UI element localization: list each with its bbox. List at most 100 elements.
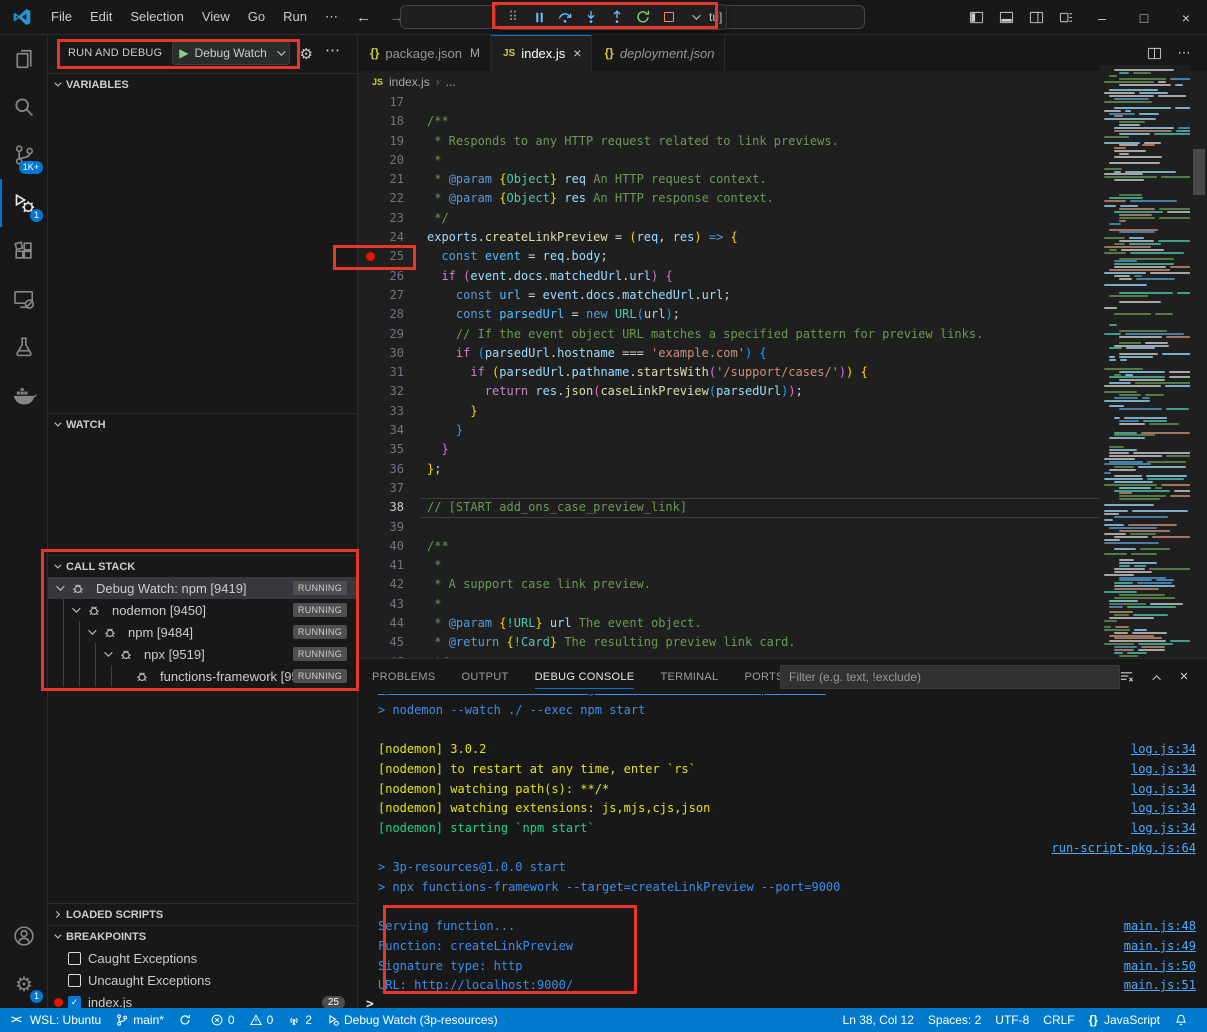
- code-line-25[interactable]: 25 const event = req.body;: [358, 247, 1100, 266]
- activity-item-docker[interactable]: [0, 371, 48, 419]
- step-out-button[interactable]: [604, 6, 630, 28]
- code-line-42[interactable]: 42 * A support case link preview.: [358, 575, 1100, 594]
- minimap[interactable]: [1100, 65, 1190, 658]
- loaded-scripts-section-header[interactable]: LOADED SCRIPTS: [48, 903, 357, 925]
- code-line-40[interactable]: 40/**: [358, 537, 1100, 556]
- code-line-30[interactable]: 30 if (parsedUrl.hostname === 'example.c…: [358, 344, 1100, 363]
- breakpoint-checkbox[interactable]: ✓: [68, 996, 81, 1009]
- gutter-glyph[interactable]: [358, 189, 380, 208]
- line-number[interactable]: 20: [380, 151, 404, 170]
- code-line-19[interactable]: 19 * Responds to any HTTP request relate…: [358, 132, 1100, 151]
- line-number[interactable]: 29: [380, 325, 404, 344]
- breakpoint-checkbox[interactable]: [68, 952, 81, 965]
- scrollbar-thumb[interactable]: [1193, 149, 1205, 195]
- call-stack-row[interactable]: nodemon [9450]RUNNING: [48, 599, 357, 621]
- gutter-glyph[interactable]: [358, 209, 380, 228]
- stop-button[interactable]: [656, 6, 682, 28]
- code-line-34[interactable]: 34 }: [358, 421, 1100, 440]
- code-line-37[interactable]: 37: [358, 479, 1100, 498]
- code-line-28[interactable]: 28 const parsedUrl = new URL(url);: [358, 305, 1100, 324]
- menu-item-view[interactable]: View: [193, 5, 239, 29]
- gutter-glyph[interactable]: [358, 518, 380, 537]
- activity-item-extensions[interactable]: [0, 227, 48, 275]
- line-number[interactable]: 19: [380, 132, 404, 151]
- toggle-sidebar-icon[interactable]: [961, 0, 991, 35]
- gutter-glyph[interactable]: [358, 112, 380, 131]
- line-number[interactable]: 37: [380, 479, 404, 498]
- source-link[interactable]: main.js:50: [1124, 959, 1196, 973]
- gutter-glyph[interactable]: [358, 286, 380, 305]
- source-link[interactable]: main.js:49: [1124, 939, 1196, 953]
- line-number[interactable]: 22: [380, 189, 404, 208]
- status-item-bell[interactable]: [1167, 1008, 1199, 1032]
- line-number[interactable]: 40: [380, 537, 404, 556]
- gutter-glyph[interactable]: [358, 402, 380, 421]
- menu-item-run[interactable]: Run: [274, 5, 316, 29]
- status-item-ln-38[interactable]: Ln 38, Col 12: [836, 1008, 921, 1032]
- views-more-icon[interactable]: ⋯: [325, 41, 341, 59]
- line-number[interactable]: 28: [380, 305, 404, 324]
- code-line-21[interactable]: 21 * @param {Object} req An HTTP request…: [358, 170, 1100, 189]
- source-link[interactable]: log.js:34: [1131, 821, 1196, 835]
- nav-back-icon[interactable]: ←: [347, 9, 380, 26]
- breakpoints-section-header[interactable]: BREAKPOINTS: [48, 925, 357, 947]
- panel-tab-output[interactable]: OUTPUT: [462, 659, 509, 694]
- line-number[interactable]: 27: [380, 286, 404, 305]
- line-number[interactable]: 41: [380, 556, 404, 575]
- code-line-38[interactable]: 38// [START add_ons_case_preview_link]: [358, 498, 1100, 517]
- editor-tab-index.js[interactable]: JSindex.js×: [491, 35, 593, 71]
- line-number[interactable]: 32: [380, 382, 404, 401]
- code-line-29[interactable]: 29 // If the event object URL matches a …: [358, 325, 1100, 344]
- maximize-button[interactable]: □: [1123, 0, 1165, 35]
- status-item-error[interactable]: 0: [203, 1008, 242, 1032]
- close-button[interactable]: ×: [1165, 0, 1207, 35]
- code-line-24[interactable]: 24exports.createLinkPreview = (req, res)…: [358, 228, 1100, 247]
- code-line-32[interactable]: 32 return res.json(caseLinkPreview(parse…: [358, 382, 1100, 401]
- status-item-utf-8[interactable]: UTF-8: [988, 1008, 1036, 1032]
- line-number[interactable]: 25: [380, 247, 404, 266]
- debug-settings-gear-icon[interactable]: ⚙: [300, 45, 313, 63]
- line-number[interactable]: 42: [380, 575, 404, 594]
- minimize-button[interactable]: –: [1081, 0, 1123, 35]
- line-number[interactable]: 24: [380, 228, 404, 247]
- status-item-spaces[interactable]: Spaces: 2: [921, 1008, 988, 1032]
- code-line-45[interactable]: 45 * @return {!Card} The resulting previ…: [358, 633, 1100, 652]
- customize-layout-icon[interactable]: [1051, 0, 1081, 35]
- activity-item-testing[interactable]: [0, 323, 48, 371]
- gutter-glyph[interactable]: [358, 382, 380, 401]
- toggle-secondary-sidebar-icon[interactable]: [1021, 0, 1051, 35]
- gutter-glyph[interactable]: [358, 267, 380, 286]
- line-number[interactable]: 33: [380, 402, 404, 421]
- code-line-33[interactable]: 33 }: [358, 402, 1100, 421]
- code-line-17[interactable]: 17: [358, 93, 1100, 112]
- call-stack-row[interactable]: functions-framework [954...RUNNING: [48, 665, 357, 687]
- activity-item-remote-explorer[interactable]: [0, 275, 48, 323]
- breakpoint-row[interactable]: Uncaught Exceptions: [48, 969, 357, 991]
- breakpoint-row[interactable]: Caught Exceptions: [48, 947, 357, 969]
- gutter-glyph[interactable]: [358, 498, 380, 517]
- status-item-crlf[interactable]: CRLF: [1036, 1008, 1081, 1032]
- breakpoint-checkbox[interactable]: [68, 974, 81, 987]
- line-number[interactable]: 23: [380, 209, 404, 228]
- breadcrumb-file[interactable]: index.js: [389, 75, 430, 89]
- status-item-branch[interactable]: main*: [108, 1008, 171, 1032]
- gutter-glyph[interactable]: [358, 633, 380, 652]
- toggle-panel-icon[interactable]: [991, 0, 1021, 35]
- step-into-button[interactable]: [578, 6, 604, 28]
- line-number[interactable]: 38: [380, 498, 404, 517]
- breakpoint-dot-icon[interactable]: [366, 252, 375, 261]
- status-item-sync[interactable]: [171, 1008, 203, 1032]
- code-editor[interactable]: 1718/**19 * Responds to any HTTP request…: [358, 93, 1100, 658]
- activity-item-source-control[interactable]: 1K+: [0, 131, 48, 179]
- source-link[interactable]: log.js:34: [1131, 762, 1196, 776]
- line-number[interactable]: 31: [380, 363, 404, 382]
- activity-item-settings[interactable]: ⚙1: [0, 960, 48, 1008]
- panel-tab-terminal[interactable]: TERMINAL: [660, 659, 718, 694]
- code-line-36[interactable]: 36};: [358, 460, 1100, 479]
- code-line-43[interactable]: 43 *: [358, 595, 1100, 614]
- gutter-glyph[interactable]: [358, 479, 380, 498]
- toolbar-drag-handle[interactable]: ⠿: [500, 6, 526, 28]
- code-line-20[interactable]: 20 *: [358, 151, 1100, 170]
- status-item-broadcast[interactable]: 2: [280, 1008, 319, 1032]
- code-line-26[interactable]: 26 if (event.docs.matchedUrl.url) {: [358, 267, 1100, 286]
